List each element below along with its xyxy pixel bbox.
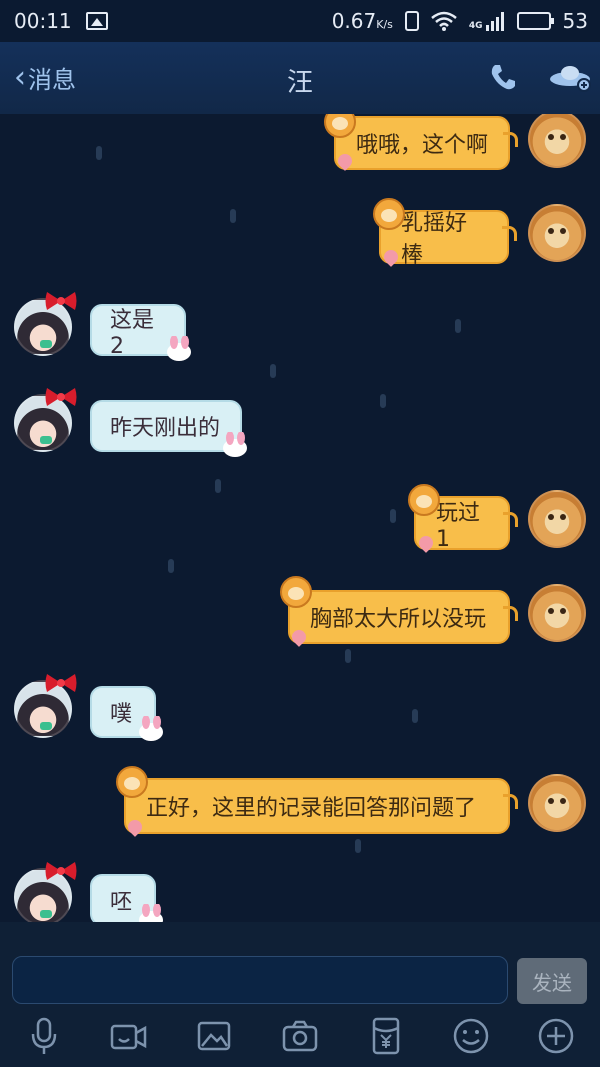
emoji-icon — [453, 1018, 489, 1054]
raindrop-decoration — [168, 559, 174, 573]
raindrop-decoration — [230, 209, 236, 223]
battery-icon — [516, 12, 554, 30]
message-text: 噗 — [110, 702, 133, 727]
send-button[interactable]: 发送 — [517, 958, 587, 1004]
network-speed-unit: K/s — [376, 18, 393, 31]
raindrop-decoration — [345, 649, 351, 663]
message-input[interactable] — [12, 956, 508, 1004]
phone-call-icon[interactable] — [488, 62, 518, 92]
raindrop-decoration — [96, 146, 102, 160]
status-time: 00:11 — [14, 9, 72, 33]
red-bow-icon — [45, 292, 77, 310]
chat-header: ‹ 消息 汪 — [0, 42, 600, 114]
message-text: 正好，这里的记录能回答那问题了 — [146, 796, 477, 821]
my-avatar[interactable] — [528, 774, 586, 832]
chat-message-list[interactable]: 哦哦，这个啊 乳摇好棒 这是2 昨天刚出的 玩过1 胸部太大所以没玩 噗 正好，… — [0, 114, 600, 922]
monkey-sticker-icon — [408, 484, 440, 516]
image-notification-icon — [85, 12, 108, 30]
video-call-button[interactable] — [106, 1014, 150, 1058]
message-bubble-sent[interactable]: 正好，这里的记录能回答那问题了 — [124, 778, 518, 834]
my-avatar[interactable] — [528, 490, 586, 548]
network-speed-value: 0.67 — [331, 9, 377, 33]
melody-sticker-icon — [139, 716, 163, 741]
message-text: 哦哦，这个啊 — [356, 133, 489, 158]
my-avatar[interactable] — [528, 114, 586, 168]
monkey-sticker-icon — [280, 576, 312, 608]
raindrop-decoration — [380, 394, 386, 408]
message-text: 昨天刚出的 — [110, 416, 221, 441]
video-call-icon — [110, 1024, 147, 1050]
network-type: 4G — [468, 21, 483, 31]
raindrop-decoration — [355, 839, 361, 853]
melody-sticker-icon — [223, 432, 247, 457]
red-envelope-icon — [372, 1017, 400, 1055]
message-input-bar: 发送 — [0, 922, 600, 1067]
raindrop-decoration — [455, 319, 461, 333]
red-bow-icon — [45, 388, 77, 406]
message-text: 呸 — [110, 890, 133, 915]
red-envelope-button[interactable] — [364, 1014, 408, 1058]
wifi-icon — [431, 11, 457, 31]
voice-button[interactable] — [22, 1014, 66, 1058]
network-speed: 0.67K/s — [332, 9, 393, 33]
red-bow-icon — [45, 674, 77, 692]
message-bubble-sent[interactable]: 胸部太大所以没玩 — [288, 590, 518, 644]
cell-signal-icon: 4G — [469, 11, 505, 31]
camera-button[interactable] — [278, 1014, 322, 1058]
melody-sticker-icon — [139, 904, 163, 922]
melody-sticker-icon — [167, 336, 191, 361]
my-avatar[interactable] — [528, 584, 586, 642]
message-text: 这是2 — [110, 307, 155, 359]
my-avatar[interactable] — [528, 204, 586, 262]
red-bow-icon — [45, 862, 77, 880]
monkey-sticker-icon — [373, 198, 405, 230]
signal-bars-icon — [485, 12, 504, 31]
raindrop-decoration — [270, 364, 276, 378]
raindrop-decoration — [412, 709, 418, 723]
message-text: 玩过1 — [436, 500, 481, 552]
microphone-icon — [31, 1017, 57, 1054]
status-bar: 00:11 0.67K/s 4G 53 — [0, 0, 600, 42]
image-icon — [197, 1021, 231, 1051]
raindrop-decoration — [215, 479, 221, 493]
message-text: 乳摇好棒 — [401, 211, 468, 268]
monkey-sticker-icon — [116, 766, 148, 798]
camera-icon — [282, 1020, 318, 1052]
battery-percent: 53 — [562, 9, 588, 33]
status-indicators: 0.67K/s 4G 53 — [332, 9, 588, 33]
emoji-button[interactable] — [449, 1014, 493, 1058]
message-text: 胸部太大所以没玩 — [310, 607, 487, 632]
ufo-profile-icon[interactable] — [548, 62, 592, 92]
raindrop-decoration — [390, 509, 396, 523]
more-button[interactable] — [534, 1014, 578, 1058]
input-toolbar — [0, 1014, 600, 1064]
image-button[interactable] — [192, 1014, 236, 1058]
message-bubble-sent[interactable]: 哦哦，这个啊 — [334, 116, 518, 170]
plus-icon — [538, 1018, 574, 1054]
vibrate-icon — [404, 11, 419, 31]
